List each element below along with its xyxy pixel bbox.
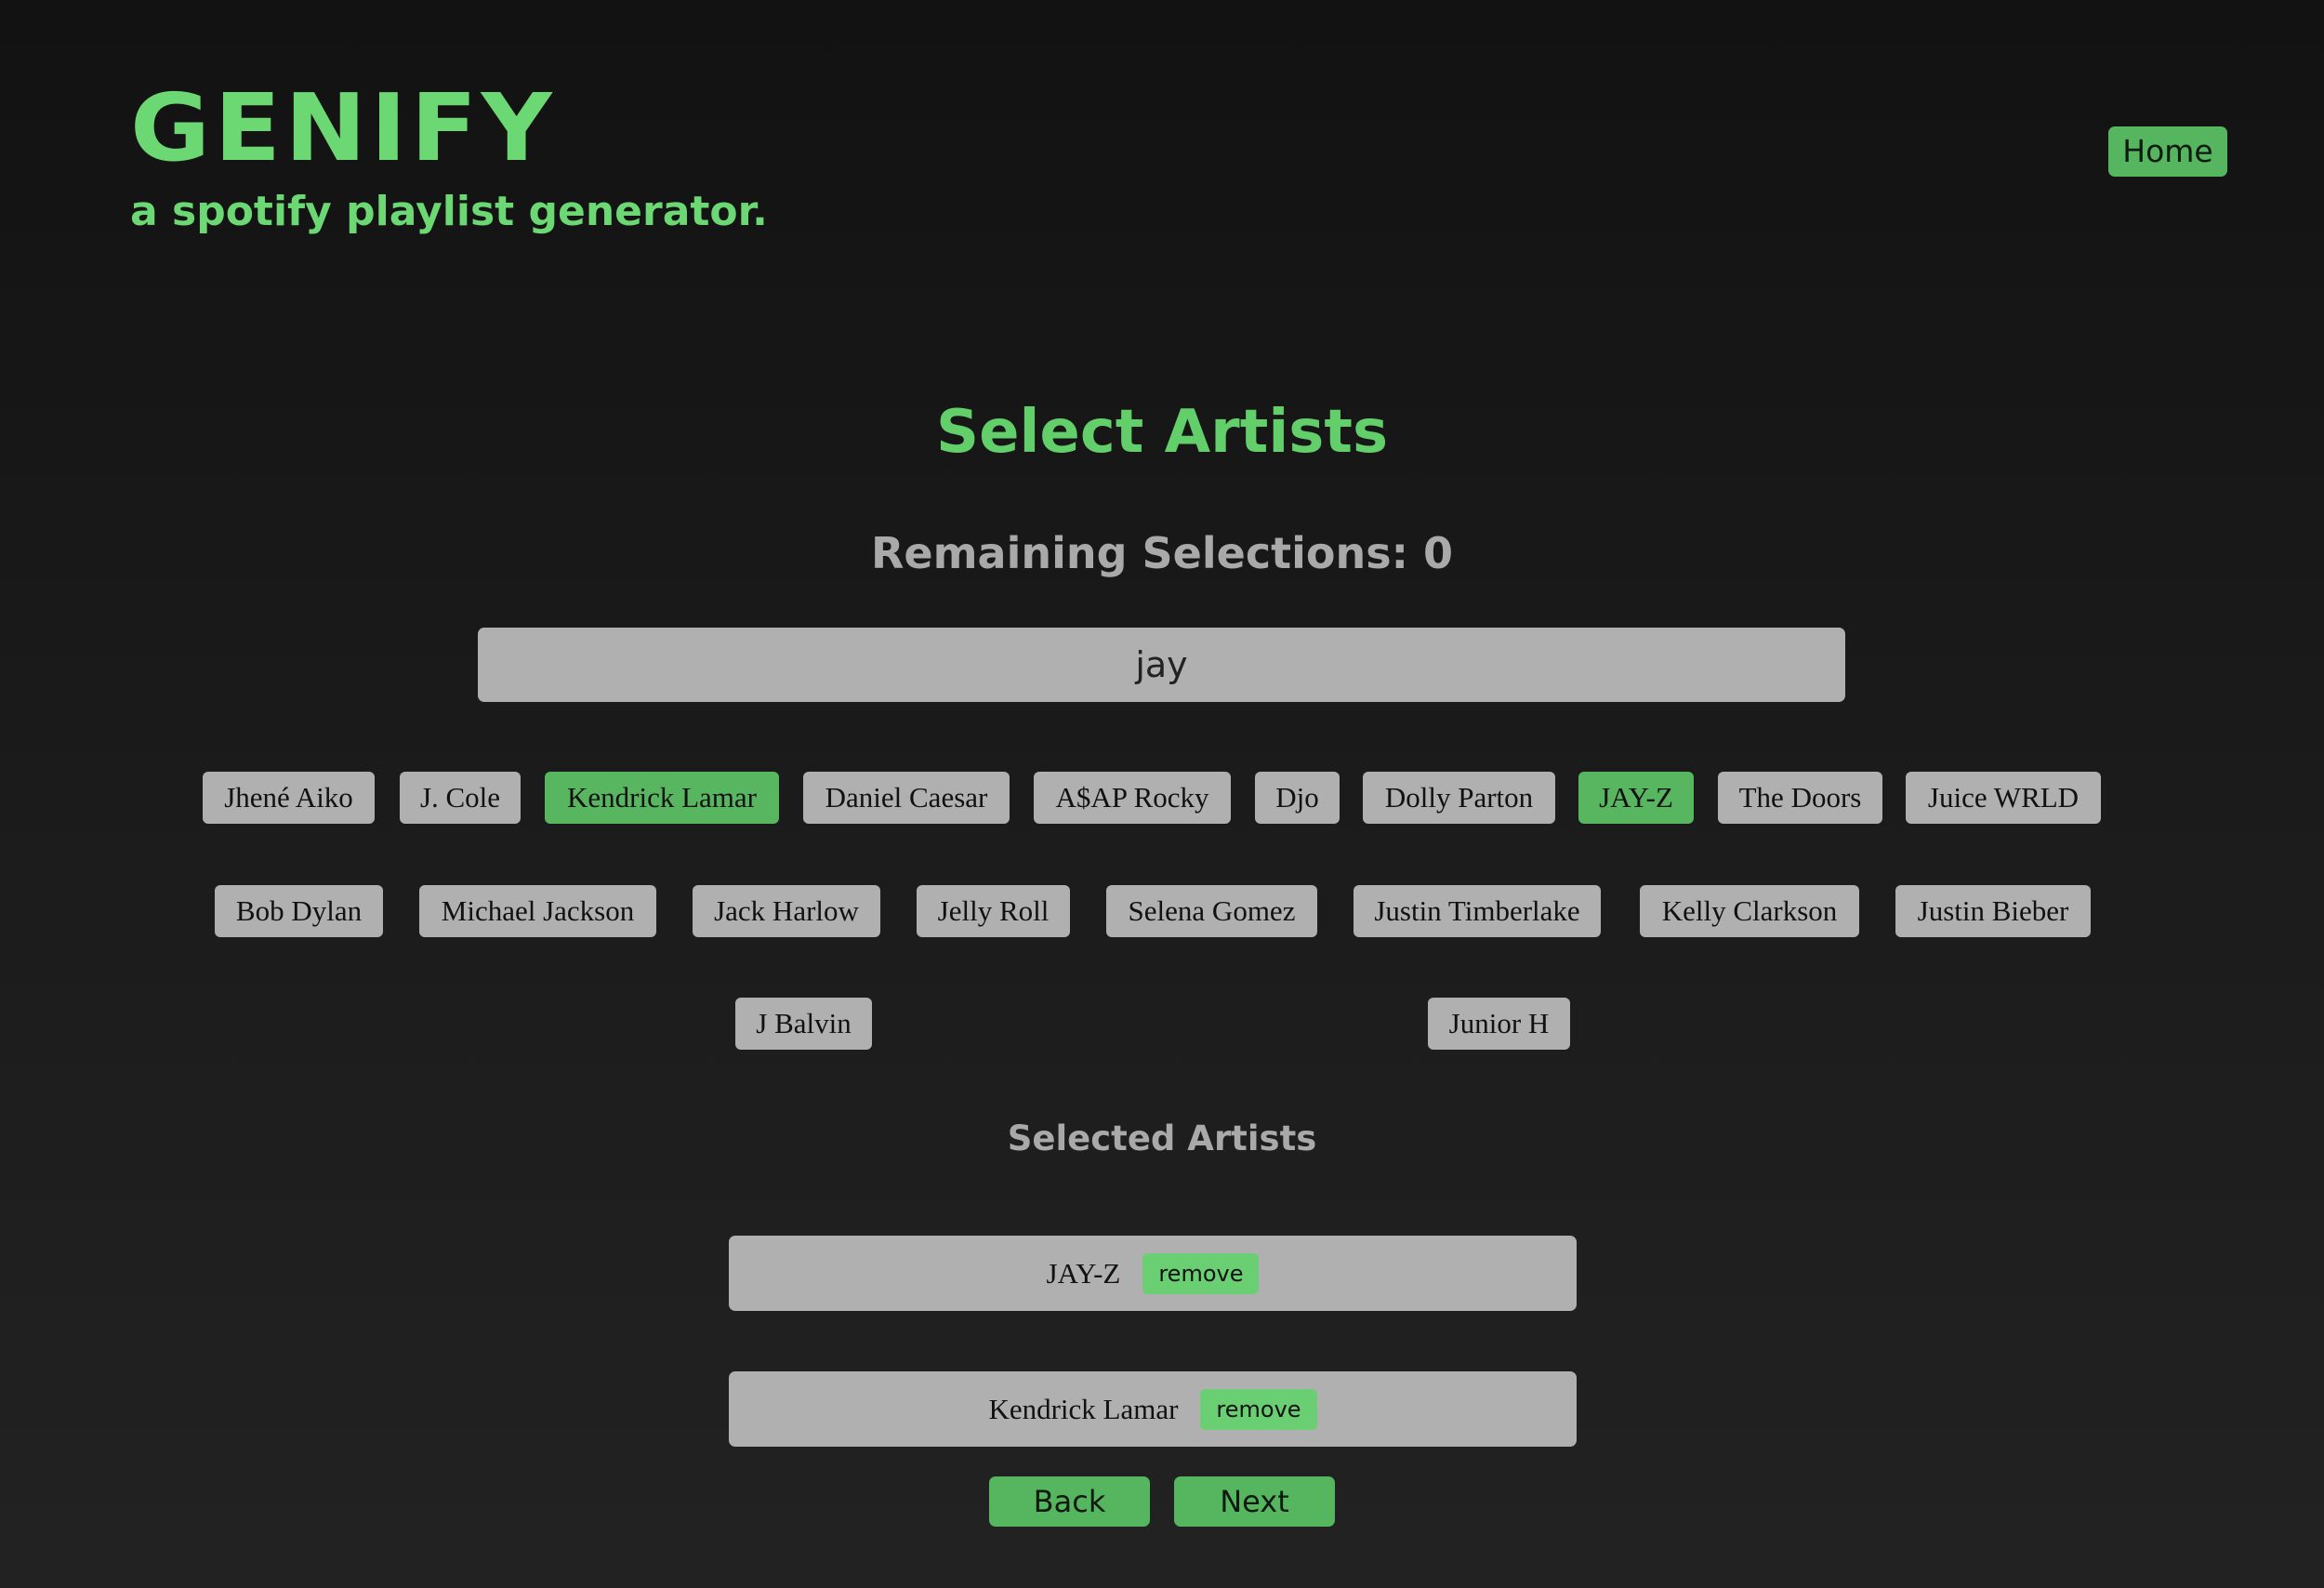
artist-chip[interactable]: A$AP Rocky <box>1034 772 1231 824</box>
next-button[interactable]: Next <box>1174 1476 1335 1527</box>
home-button[interactable]: Home <box>2108 126 2227 177</box>
artist-chip[interactable]: JAY-Z <box>1578 772 1694 824</box>
brand: GENIFY a spotify playlist generator. <box>130 73 768 240</box>
artist-chip[interactable]: Justin Bieber <box>1895 885 2091 937</box>
artist-chip[interactable]: Justin Timberlake <box>1353 885 1601 937</box>
back-button[interactable]: Back <box>989 1476 1150 1527</box>
page-title: Select Artists <box>935 398 1389 467</box>
remove-button[interactable]: remove <box>1200 1388 1317 1430</box>
selected-artist-card: JAY-Z remove <box>729 1236 1577 1311</box>
artist-chip[interactable]: Jack Harlow <box>693 885 880 937</box>
artist-chip[interactable]: Daniel Caesar <box>803 772 1010 824</box>
artist-chip[interactable]: Michael Jackson <box>419 885 656 937</box>
artist-chip[interactable]: Jhené Aiko <box>203 772 375 824</box>
artist-chip[interactable]: J. Cole <box>400 772 521 824</box>
artist-chip[interactable]: Jelly Roll <box>917 885 1070 937</box>
artist-chip[interactable]: Dolly Parton <box>1363 772 1555 824</box>
artist-chip[interactable]: Junior H <box>1428 998 1570 1050</box>
artist-search-input[interactable] <box>478 628 1845 702</box>
selected-artist-card: Kendrick Lamar remove <box>729 1371 1577 1447</box>
artist-chip[interactable]: Kendrick Lamar <box>545 772 779 824</box>
artist-chip[interactable]: Juice WRLD <box>1906 772 2101 824</box>
artist-chip[interactable]: J Balvin <box>735 998 872 1050</box>
artist-chip[interactable]: Djo <box>1255 772 1340 824</box>
artist-chip[interactable]: Kelly Clarkson <box>1640 885 1859 937</box>
remaining-selections: Remaining Selections: 0 <box>870 528 1454 578</box>
artist-chip[interactable]: Selena Gomez <box>1106 885 1317 937</box>
artist-chip[interactable]: The Doors <box>1718 772 1882 824</box>
brand-subtitle: a spotify playlist generator. <box>130 188 768 235</box>
brand-title: GENIFY <box>130 73 556 182</box>
artist-chip[interactable]: Bob Dylan <box>215 885 383 937</box>
selected-artists-heading: Selected Artists <box>1007 1118 1317 1158</box>
selected-artist-name: JAY-Z <box>1046 1256 1121 1290</box>
remove-button[interactable]: remove <box>1142 1252 1260 1294</box>
selected-artist-name: Kendrick Lamar <box>988 1392 1179 1425</box>
